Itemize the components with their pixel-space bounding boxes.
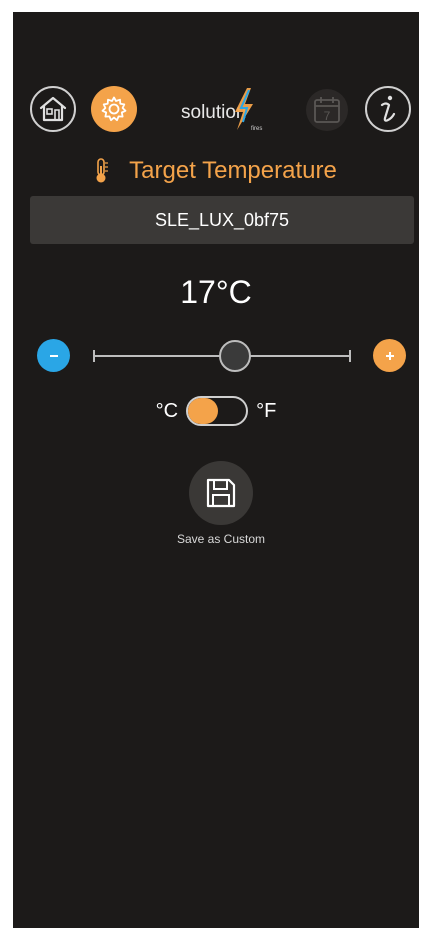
minus-icon — [49, 354, 58, 357]
home-button[interactable] — [30, 86, 76, 132]
solution-fires-logo: solution fires — [177, 84, 277, 136]
fahrenheit-label: °F — [256, 399, 277, 422]
gear-icon — [101, 96, 127, 122]
temperature-slider-row — [13, 338, 419, 374]
top-nav-bar: solution fires 7 — [13, 82, 419, 140]
increase-temperature-button[interactable] — [373, 339, 406, 372]
settings-button[interactable] — [91, 86, 137, 132]
calendar-icon: 7 — [314, 97, 340, 123]
unit-toggle-switch[interactable] — [186, 396, 249, 426]
plus-icon — [385, 351, 394, 360]
page-title: Target Temperature — [129, 157, 337, 184]
thermometer-icon — [96, 158, 109, 183]
page-title-row: Target Temperature — [13, 154, 419, 188]
floppy-disk-icon — [206, 478, 236, 508]
save-as-custom-button[interactable] — [189, 461, 253, 525]
temperature-slider-thumb[interactable] — [219, 340, 251, 372]
home-icon — [39, 96, 67, 122]
device-selector[interactable]: SLE_LUX_0bf75 — [30, 196, 414, 244]
calendar-button[interactable]: 7 — [306, 89, 348, 131]
device-name: SLE_LUX_0bf75 — [154, 209, 290, 230]
toggle-knob — [188, 398, 219, 424]
save-as-custom-label: Save as Custom — [176, 532, 266, 546]
target-temperature-value: 17°C — [180, 274, 252, 310]
svg-text:solution: solution — [181, 102, 247, 123]
svg-text:7: 7 — [324, 109, 331, 123]
slider-track-end — [349, 350, 351, 362]
info-icon — [380, 95, 396, 122]
info-button[interactable] — [365, 86, 411, 132]
unit-toggle-row: °C °F — [13, 394, 419, 428]
svg-text:fires: fires — [251, 126, 262, 132]
celsius-label: °C — [155, 399, 179, 422]
decrease-temperature-button[interactable] — [37, 339, 70, 372]
app-screen: solution fires 7 Target Temperature SLE_… — [13, 12, 419, 928]
